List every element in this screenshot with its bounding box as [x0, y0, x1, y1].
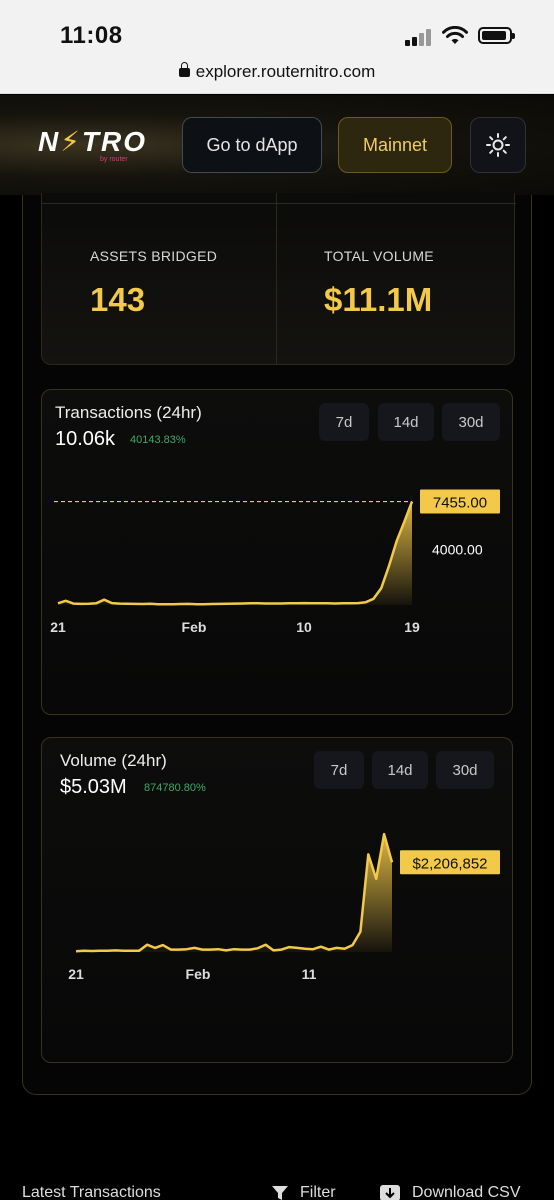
series-area	[58, 501, 412, 605]
filter-label: Filter	[300, 1184, 336, 1200]
theme-toggle-button[interactable]	[470, 117, 526, 173]
x-tick-label: Feb	[182, 619, 207, 635]
x-tick-label: 11	[302, 966, 317, 982]
y-tick-label: 4000.00	[432, 542, 483, 558]
filter-icon	[272, 1186, 288, 1200]
download-icon	[380, 1185, 400, 1200]
nitro-logo[interactable]: N⚡TRO	[38, 125, 147, 158]
logo-byline: by router	[100, 156, 128, 163]
assets-bridged-label: ASSETS BRIDGED	[90, 248, 218, 264]
latest-transactions-heading: Latest Transactions	[22, 1184, 161, 1200]
url-text: explorer.routernitro.com	[195, 62, 376, 81]
status-bar: 11:08	[0, 0, 554, 56]
total-volume-label: TOTAL VOLUME	[324, 248, 434, 264]
x-tick-label: 21	[50, 619, 66, 635]
volume-chart: 21 Feb 11 $2,206,852	[68, 832, 500, 982]
x-tick-label: 21	[68, 966, 84, 982]
series-area	[76, 834, 392, 952]
total-volume-value: $11.1M	[324, 281, 433, 318]
cellular-signal-icon	[405, 28, 435, 46]
stats-card: ASSETS BRIDGED 143 TOTAL VOLUME $11.1M	[41, 193, 516, 365]
series-line	[75, 832, 394, 953]
transactions-card: Transactions (24hr) 10.06k 40143.83% 7d …	[41, 389, 513, 715]
series-line	[57, 501, 414, 606]
sun-icon	[486, 133, 510, 157]
assets-bridged-value: 143	[90, 281, 146, 318]
dashboard-panel: ASSETS BRIDGED 143 TOTAL VOLUME $11.1M T…	[22, 193, 532, 1095]
status-time: 11:08	[60, 22, 123, 49]
current-value-label: $2,206,852	[412, 855, 487, 872]
volume-card: Volume (24hr) $5.03M 874780.80% 7d 14d 3…	[41, 737, 513, 1063]
browser-url-bar[interactable]: explorer.routernitro.com	[0, 56, 554, 94]
go-to-dapp-button[interactable]: Go to dApp	[182, 117, 322, 173]
transactions-chart: 21 Feb 10 19 4000.00 7455.00	[50, 489, 500, 635]
network-mainnet-button[interactable]: Mainnet	[338, 117, 452, 173]
download-csv-label: Download CSV	[412, 1184, 521, 1200]
filter-button[interactable]: Filter	[272, 1184, 336, 1200]
battery-icon	[478, 27, 515, 44]
current-value-label: 7455.00	[433, 495, 487, 512]
app-header: N⚡TRO by router Go to dApp Mainnet	[0, 95, 554, 195]
x-tick-label: 19	[404, 619, 420, 635]
wifi-icon	[442, 26, 468, 44]
x-tick-label: 10	[296, 619, 312, 635]
download-csv-button[interactable]: Download CSV	[380, 1184, 521, 1200]
lock-icon	[178, 62, 190, 77]
x-tick-label: Feb	[186, 966, 211, 982]
